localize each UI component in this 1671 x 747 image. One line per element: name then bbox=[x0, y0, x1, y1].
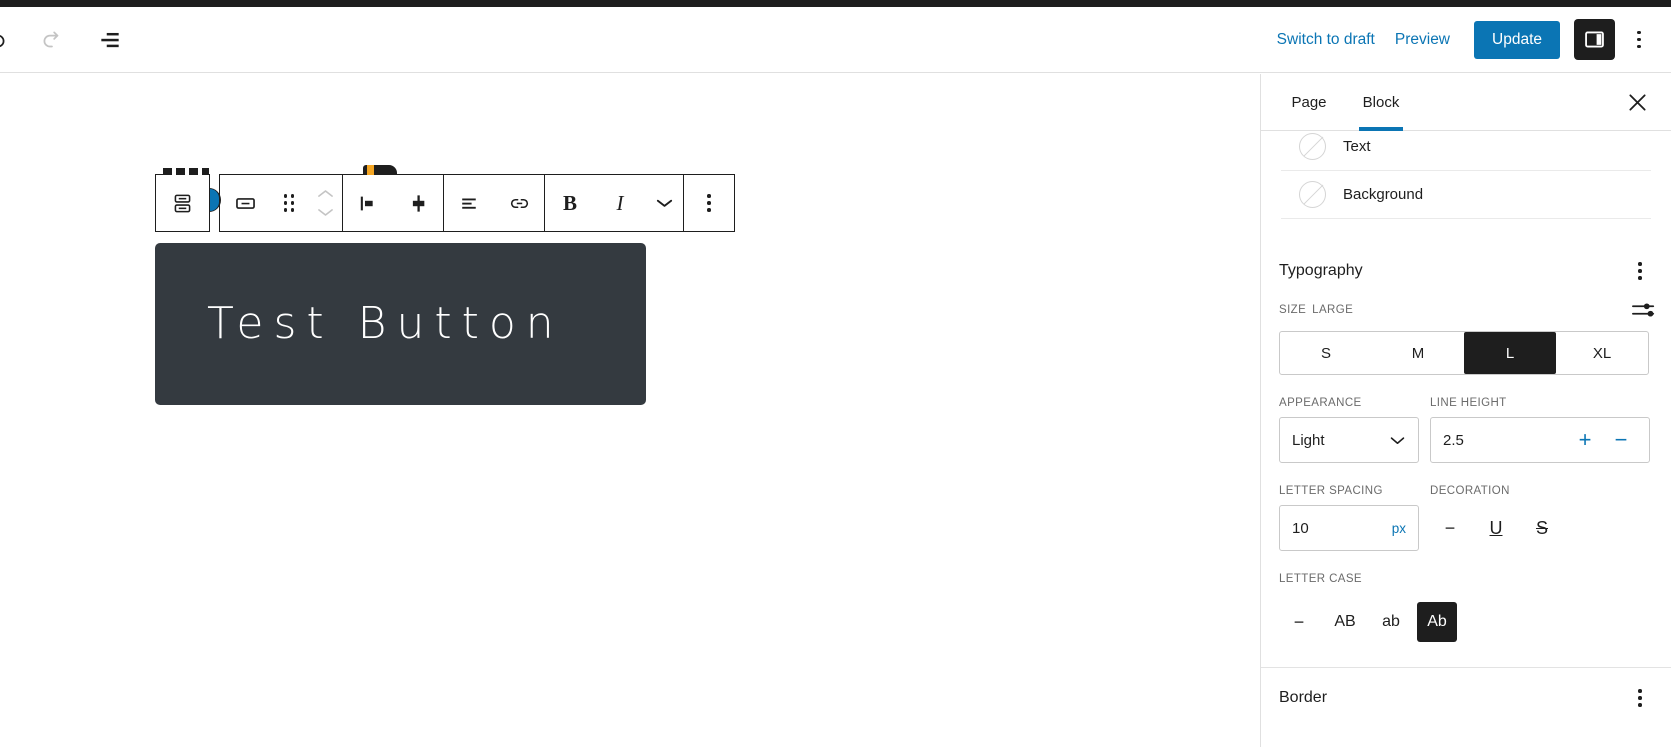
buttons-block-icon bbox=[174, 194, 191, 212]
move-up-down-icon[interactable] bbox=[308, 175, 342, 231]
update-button[interactable]: Update bbox=[1474, 20, 1560, 59]
document-overview-icon[interactable] bbox=[88, 18, 132, 62]
font-size-option-m[interactable]: M bbox=[1372, 332, 1464, 374]
letter-case-capitalize-button[interactable]: Ab bbox=[1417, 602, 1457, 642]
sidebar-divider bbox=[1261, 667, 1671, 668]
sidebar-tabs: Page Block bbox=[1261, 74, 1671, 131]
text-color-swatch-icon bbox=[1299, 133, 1326, 160]
font-size-value-label: LARGE bbox=[1312, 304, 1354, 316]
font-size-option-xl[interactable]: XL bbox=[1556, 332, 1648, 374]
editor-header: Switch to draft Preview Update bbox=[0, 7, 1671, 73]
block-options-icon[interactable] bbox=[684, 175, 734, 231]
line-height-decrement-button[interactable]: − bbox=[1605, 424, 1637, 456]
toolbar-render-artifact-b bbox=[363, 165, 397, 175]
header-right-tools: Switch to draft Preview Update bbox=[1267, 7, 1671, 72]
letter-case-none-button[interactable]: − bbox=[1279, 602, 1319, 642]
more-formats-chevron-down-icon[interactable] bbox=[645, 175, 683, 231]
toolbar-group-options bbox=[684, 175, 734, 231]
bold-button[interactable]: B bbox=[545, 175, 595, 231]
drag-handle-icon[interactable] bbox=[270, 175, 308, 231]
select-parent-block-button[interactable] bbox=[155, 168, 210, 232]
appearance-field: APPEARANCE Light bbox=[1279, 397, 1419, 463]
button-block[interactable]: Test Button bbox=[155, 243, 646, 405]
border-section-header: Border bbox=[1261, 676, 1671, 720]
block-toolbar-main: B I bbox=[219, 165, 735, 232]
top-black-strip bbox=[0, 0, 1671, 7]
border-title: Border bbox=[1279, 689, 1328, 706]
font-size-option-l[interactable]: L bbox=[1464, 332, 1556, 374]
letter-spacing-label: LETTER SPACING bbox=[1279, 485, 1383, 497]
typography-section-header: Typography bbox=[1261, 245, 1671, 297]
editor-options-icon[interactable] bbox=[1619, 18, 1659, 62]
decoration-none-button[interactable]: − bbox=[1430, 508, 1470, 548]
decoration-buttons: − U S bbox=[1430, 505, 1650, 551]
letter-case-lowercase-button[interactable]: ab bbox=[1371, 602, 1411, 642]
editor-canvas: B I Test Button bbox=[0, 74, 1260, 747]
settings-sidebar-toggle-icon[interactable] bbox=[1574, 19, 1615, 60]
toolbar-render-artifact-a bbox=[163, 168, 209, 175]
sidebar-body: Text Background Typography SIZE LARGE S … bbox=[1261, 131, 1671, 747]
toolbar-group-text bbox=[444, 175, 545, 231]
letterspacing-decoration-row: LETTER SPACING 10 px DECORATION − U S bbox=[1261, 485, 1671, 551]
line-height-increment-button[interactable]: + bbox=[1569, 424, 1601, 456]
letter-case-uppercase-button[interactable]: AB bbox=[1325, 602, 1365, 642]
toolbar-group-alignment bbox=[343, 175, 444, 231]
color-row-label: Background bbox=[1343, 186, 1424, 203]
font-size-row: SIZE LARGE bbox=[1261, 297, 1671, 323]
decoration-field: DECORATION − U S bbox=[1430, 485, 1650, 551]
letter-case-label: LETTER CASE bbox=[1279, 573, 1363, 585]
font-size-label: SIZE bbox=[1279, 304, 1307, 316]
appearance-label: APPEARANCE bbox=[1279, 397, 1362, 409]
change-block-type-icon[interactable] bbox=[220, 175, 270, 231]
block-toolbar: B I bbox=[155, 165, 735, 232]
redo-icon[interactable] bbox=[30, 18, 74, 62]
chevron-down-icon bbox=[1389, 435, 1406, 446]
tab-block[interactable]: Block bbox=[1345, 74, 1417, 131]
decoration-strikethrough-button[interactable]: S bbox=[1522, 508, 1562, 548]
toolbar-group-block bbox=[220, 175, 343, 231]
align-center-icon[interactable] bbox=[393, 175, 443, 231]
font-size-segmented-control: S M L XL bbox=[1279, 331, 1649, 375]
line-height-label: LINE HEIGHT bbox=[1430, 397, 1507, 409]
line-height-value[interactable]: 2.5 bbox=[1443, 432, 1464, 449]
tab-page[interactable]: Page bbox=[1273, 74, 1345, 130]
toolbar-group-format: B I bbox=[545, 175, 684, 231]
close-icon[interactable] bbox=[1617, 82, 1657, 122]
font-size-option-s[interactable]: S bbox=[1280, 332, 1372, 374]
appearance-value: Light bbox=[1292, 431, 1325, 449]
letter-spacing-unit-button[interactable]: px bbox=[1392, 521, 1406, 536]
change-alignment-icon[interactable] bbox=[444, 175, 494, 231]
border-options-icon[interactable] bbox=[1623, 681, 1657, 715]
letter-spacing-input[interactable]: 10 px bbox=[1279, 505, 1419, 551]
letter-case-field: LETTER CASE − AB ab Ab bbox=[1261, 573, 1671, 645]
letter-spacing-field: LETTER SPACING 10 px bbox=[1279, 485, 1419, 551]
color-row-background[interactable]: Background bbox=[1281, 171, 1651, 219]
color-row-label: Text bbox=[1343, 138, 1371, 155]
appearance-select[interactable]: Light bbox=[1279, 417, 1419, 463]
switch-to-draft-button[interactable]: Switch to draft bbox=[1267, 23, 1385, 57]
typography-title: Typography bbox=[1279, 262, 1363, 279]
background-color-swatch-icon bbox=[1299, 181, 1326, 208]
letter-spacing-value[interactable]: 10 bbox=[1292, 520, 1309, 537]
align-left-icon[interactable] bbox=[343, 175, 393, 231]
link-icon[interactable] bbox=[494, 175, 544, 231]
custom-size-sliders-icon[interactable] bbox=[1629, 295, 1659, 325]
appearance-lineheight-row: APPEARANCE Light LINE HEIGHT 2.5 + − bbox=[1261, 397, 1671, 463]
line-height-field: LINE HEIGHT 2.5 + − bbox=[1430, 397, 1650, 463]
settings-sidebar: Page Block Text Background Typography SI… bbox=[1260, 74, 1671, 747]
typography-options-icon[interactable] bbox=[1623, 254, 1657, 288]
decoration-underline-button[interactable]: U bbox=[1476, 508, 1516, 548]
preview-button[interactable]: Preview bbox=[1385, 23, 1460, 57]
header-left-tools bbox=[0, 7, 132, 72]
italic-button[interactable]: I bbox=[595, 175, 645, 231]
button-block-text[interactable]: Test Button bbox=[155, 269, 564, 379]
color-row-text[interactable]: Text bbox=[1281, 131, 1651, 171]
line-height-control[interactable]: 2.5 + − bbox=[1430, 417, 1650, 463]
letter-case-buttons: − AB ab Ab bbox=[1279, 599, 1653, 645]
decoration-label: DECORATION bbox=[1430, 485, 1510, 497]
undo-icon[interactable] bbox=[0, 18, 18, 62]
